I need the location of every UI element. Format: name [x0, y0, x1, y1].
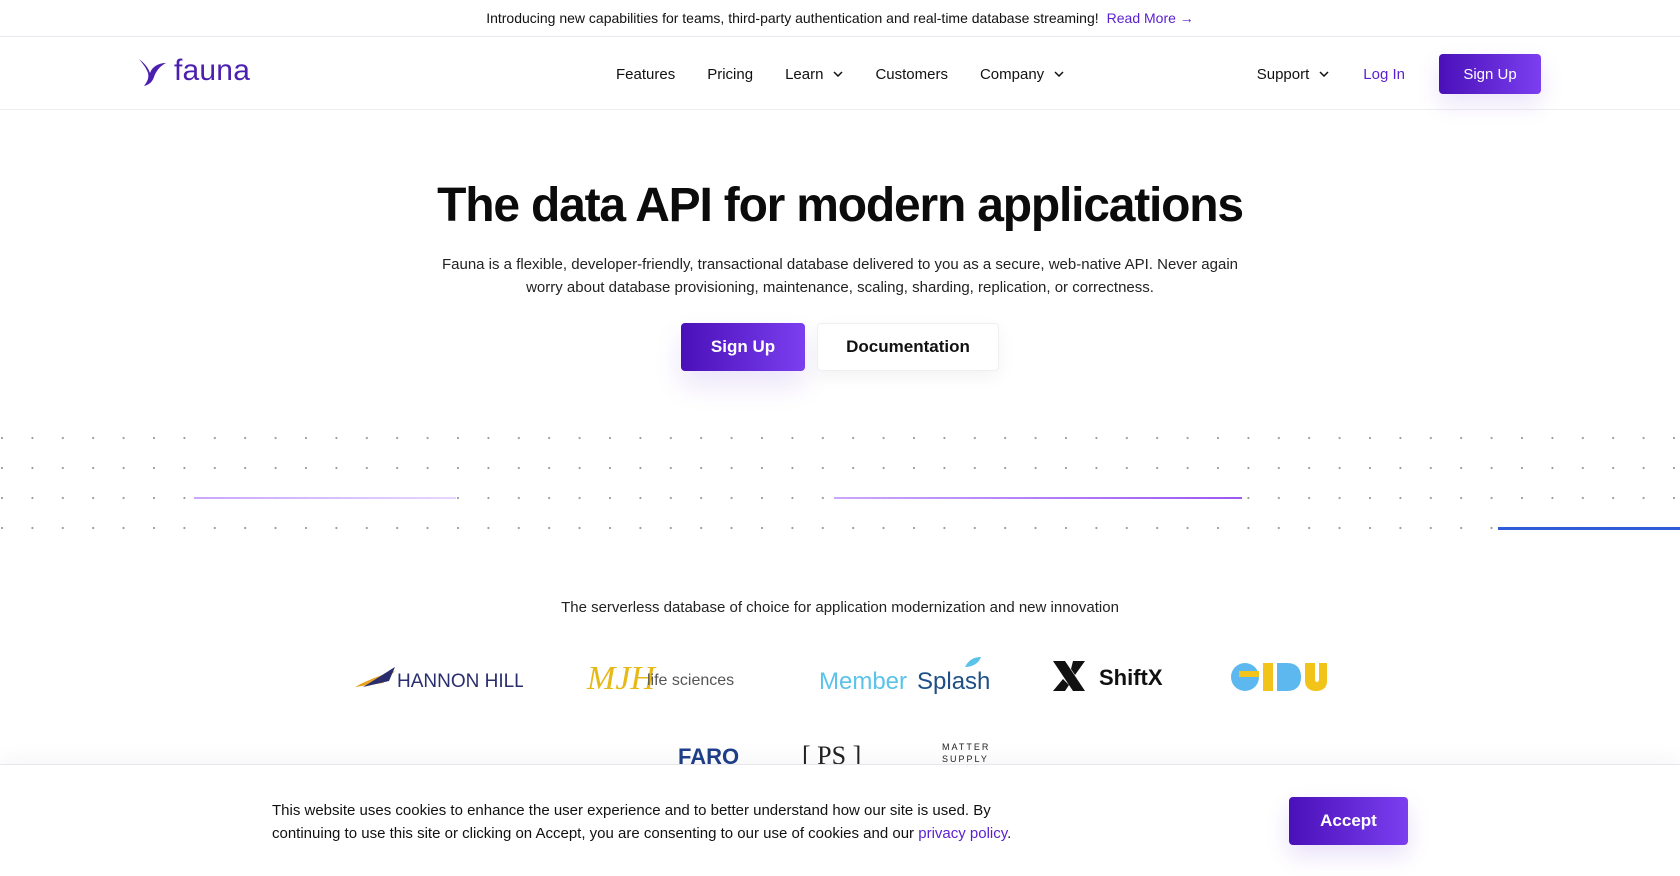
logo-wordmark: fauna — [174, 54, 251, 87]
shiftx-logo: ShiftX — [1053, 661, 1163, 691]
nav-links: Features Pricing Learn Customers Company — [616, 38, 1064, 110]
hero-signup-button[interactable]: Sign Up — [681, 323, 805, 371]
announcement-text: Introducing new capabilities for teams, … — [486, 10, 1099, 26]
svg-text:ShiftX: ShiftX — [1099, 665, 1163, 690]
main-nav: fauna Features Pricing Learn Customers C… — [0, 38, 1680, 110]
hero-actions: Sign Up Documentation — [681, 323, 999, 371]
mjh-life-sciences-logo: MJH life sciences — [586, 660, 734, 697]
fauna-logo[interactable]: fauna — [138, 54, 251, 88]
svg-text:MATTER: MATTER — [942, 742, 990, 752]
chevron-down-icon — [1319, 71, 1329, 77]
nav-item-customers[interactable]: Customers — [875, 66, 948, 83]
cookie-banner: This website uses cookies to enhance the… — [0, 764, 1680, 876]
privacy-policy-link[interactable]: privacy policy — [918, 825, 1007, 842]
documentation-button[interactable]: Documentation — [817, 323, 999, 371]
svg-text:Member: Member — [819, 668, 907, 695]
hero-subtitle: Fauna is a flexible, developer-friendly,… — [441, 256, 1238, 296]
nav-item-company[interactable]: Company — [980, 66, 1064, 83]
nav-item-learn[interactable]: Learn — [785, 66, 843, 83]
customers-tagline: The serverless database of choice for ap… — [561, 599, 1119, 616]
login-link[interactable]: Log In — [1363, 66, 1405, 83]
svg-text:life sciences: life sciences — [647, 672, 734, 689]
hero-title: The data API for modern applications — [437, 179, 1244, 232]
read-more-link[interactable]: Read More → — [1107, 10, 1194, 26]
member-splash-logo: Member Splash — [819, 657, 989, 695]
hannon-hill-logo: HANNON HILL — [355, 667, 523, 692]
svg-text:HANNON HILL: HANNON HILL — [397, 671, 523, 692]
fauna-bird-icon — [139, 59, 166, 86]
nav-item-pricing[interactable]: Pricing — [707, 66, 753, 83]
svg-text:Splash: Splash — [917, 668, 989, 695]
eidu-logo — [1231, 663, 1327, 691]
announcement-bar: Introducing new capabilities for teams, … — [0, 0, 1680, 37]
dot-grid-decoration — [0, 430, 1680, 540]
customer-logos-row: HANNON HILL MJH life sciences Member Spl… — [353, 650, 1329, 704]
chevron-down-icon — [1054, 71, 1064, 77]
accept-cookies-button[interactable]: Accept — [1289, 797, 1408, 845]
nav-actions: Support Log In Sign Up — [1257, 38, 1541, 110]
cookie-text: This website uses cookies to enhance the… — [272, 802, 1012, 842]
nav-item-features[interactable]: Features — [616, 66, 675, 83]
nav-item-support[interactable]: Support — [1257, 66, 1330, 83]
svg-text:SUPPLY: SUPPLY — [942, 754, 989, 764]
chevron-down-icon — [833, 71, 843, 77]
nav-signup-button[interactable]: Sign Up — [1439, 54, 1541, 94]
